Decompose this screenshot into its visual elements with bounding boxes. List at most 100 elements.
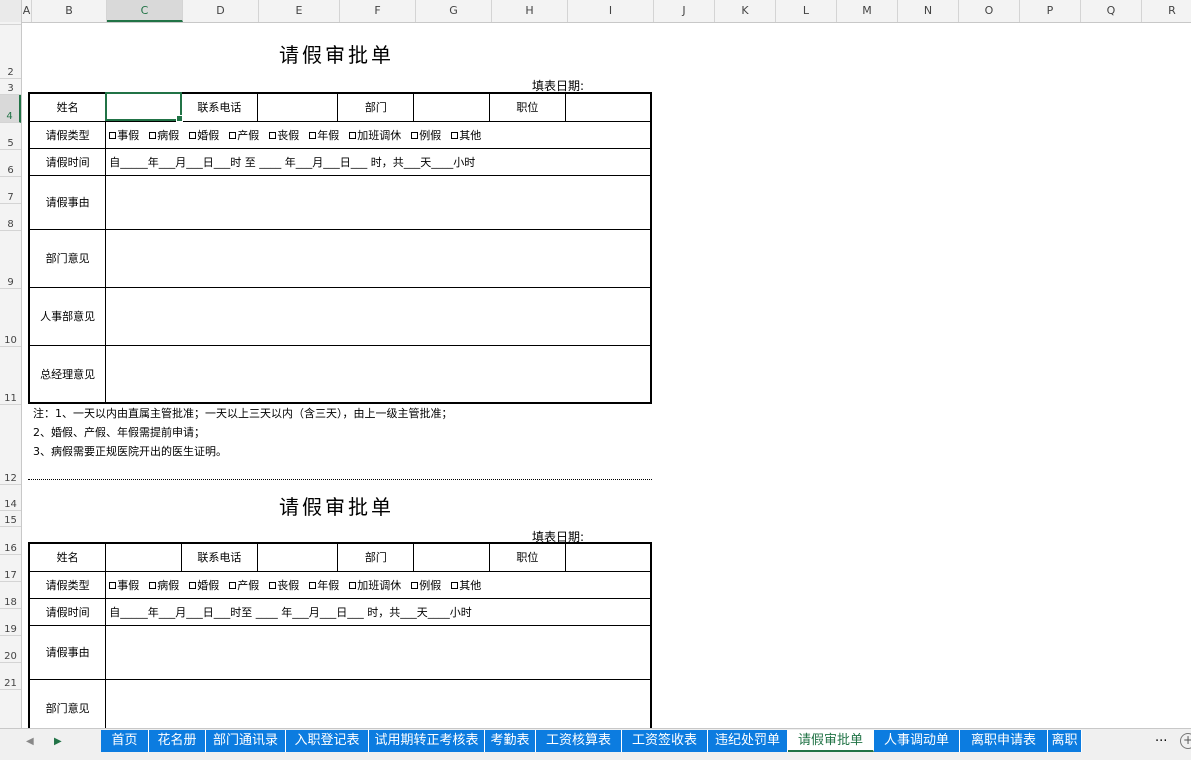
dept-opinion-cell[interactable] bbox=[105, 228, 652, 288]
sheet-tab[interactable]: 离职申请表 bbox=[960, 730, 1048, 752]
gm-opinion-cell[interactable] bbox=[105, 344, 652, 404]
column-header-g[interactable]: G bbox=[416, 0, 492, 22]
name-cell[interactable] bbox=[105, 542, 182, 572]
checkbox-icon[interactable] bbox=[229, 132, 237, 139]
phone-cell[interactable] bbox=[256, 92, 339, 122]
column-header-h[interactable]: H bbox=[492, 0, 568, 22]
position-cell[interactable] bbox=[564, 92, 652, 122]
sheet-tab[interactable]: 离职 bbox=[1048, 730, 1082, 752]
row-header-17[interactable]: 17 bbox=[0, 555, 21, 582]
select-all-corner[interactable] bbox=[0, 0, 22, 22]
dept-opinion-cell[interactable] bbox=[105, 678, 652, 728]
row-header-3[interactable]: 3 bbox=[0, 79, 21, 95]
column-header-e[interactable]: E bbox=[259, 0, 340, 22]
row-header-19[interactable]: 19 bbox=[0, 609, 21, 636]
checkbox-icon[interactable] bbox=[411, 582, 419, 589]
checkbox-icon[interactable] bbox=[349, 582, 357, 589]
checkbox-icon[interactable] bbox=[269, 582, 277, 589]
sheet-tab[interactable]: 花名册 bbox=[149, 730, 206, 752]
checkbox-icon[interactable] bbox=[109, 132, 117, 139]
row-header-11[interactable]: 11 bbox=[0, 347, 21, 405]
checkbox-icon[interactable] bbox=[149, 132, 157, 139]
column-header-m[interactable]: M bbox=[837, 0, 898, 22]
column-header-n[interactable]: N bbox=[898, 0, 959, 22]
column-header-r[interactable]: R bbox=[1142, 0, 1191, 22]
row-header-8[interactable]: 8 bbox=[0, 204, 21, 231]
checkbox-icon[interactable] bbox=[451, 582, 459, 589]
leave-type-option[interactable]: 事假 bbox=[109, 129, 139, 142]
sheet-grid[interactable]: 请假审批单 填表日期: 姓名 联系电话 部门 职位 请假类型 事假 病假 婚假 产假丧… bbox=[23, 23, 1191, 728]
column-header-c[interactable]: C bbox=[107, 0, 183, 22]
leave-type-option[interactable]: 丧假 bbox=[269, 129, 299, 142]
column-header-p[interactable]: P bbox=[1020, 0, 1081, 22]
sheet-tab[interactable]: 考勤表 bbox=[485, 730, 536, 752]
column-header-b[interactable]: B bbox=[32, 0, 107, 22]
leave-type-options[interactable]: 事假 病假 婚假 产假 丧假 年假 加班调休 例假 其他 bbox=[105, 570, 652, 599]
row-header-7[interactable]: 7 bbox=[0, 177, 21, 204]
leave-type-option[interactable]: 例假 bbox=[411, 129, 441, 142]
checkbox-icon[interactable] bbox=[189, 582, 197, 589]
leave-type-option[interactable]: 加班调休 bbox=[349, 129, 401, 142]
checkbox-icon[interactable] bbox=[189, 132, 197, 139]
phone-cell[interactable] bbox=[256, 542, 339, 572]
leave-type-option[interactable]: 年假 bbox=[309, 579, 339, 592]
sheet-tab[interactable]: 工资签收表 bbox=[622, 730, 708, 752]
checkbox-icon[interactable] bbox=[269, 132, 277, 139]
row-header-14[interactable]: 14 bbox=[0, 485, 21, 511]
leave-type-option[interactable]: 病假 bbox=[149, 129, 179, 142]
checkbox-icon[interactable] bbox=[349, 132, 357, 139]
row-header-18[interactable]: 18 bbox=[0, 582, 21, 609]
name-cell[interactable] bbox=[105, 92, 182, 122]
column-header-o[interactable]: O bbox=[959, 0, 1020, 22]
leave-time-cell[interactable]: 自_____年___月___日___时至 ____ 年___月___日___ 时… bbox=[105, 597, 652, 626]
leave-type-options[interactable]: 事假 病假 婚假 产假 丧假 年假 加班调休 例假 其他 bbox=[105, 120, 652, 149]
row-header-21[interactable]: 21 bbox=[0, 663, 21, 690]
hr-opinion-cell[interactable] bbox=[105, 286, 652, 346]
checkbox-icon[interactable] bbox=[451, 132, 459, 139]
checkbox-icon[interactable] bbox=[309, 582, 317, 589]
checkbox-icon[interactable] bbox=[309, 132, 317, 139]
leave-type-option[interactable]: 加班调休 bbox=[349, 579, 401, 592]
column-header-d[interactable]: D bbox=[183, 0, 259, 22]
row-header-9[interactable]: 9 bbox=[0, 231, 21, 289]
row-header-4[interactable]: 4 bbox=[0, 95, 21, 123]
reason-cell[interactable] bbox=[105, 174, 652, 230]
position-cell[interactable] bbox=[564, 542, 652, 572]
dept-cell[interactable] bbox=[413, 92, 490, 122]
sheet-tab[interactable]: 请假审批单 bbox=[788, 730, 874, 752]
sheet-tab[interactable]: 人事调动单 bbox=[874, 730, 960, 752]
leave-type-option[interactable]: 其他 bbox=[451, 129, 481, 142]
column-header-i[interactable]: I bbox=[568, 0, 654, 22]
leave-type-option[interactable]: 婚假 bbox=[189, 579, 219, 592]
sheet-tab[interactable]: 入职登记表 bbox=[286, 730, 369, 752]
checkbox-icon[interactable] bbox=[411, 132, 419, 139]
row-header-10[interactable]: 10 bbox=[0, 289, 21, 347]
column-header-q[interactable]: Q bbox=[1081, 0, 1142, 22]
checkbox-icon[interactable] bbox=[149, 582, 157, 589]
scroll-tabs-right-icon[interactable]: ▶ bbox=[54, 736, 62, 747]
scroll-tabs-left-icon[interactable]: ◀ bbox=[26, 736, 34, 747]
sheet-tab[interactable]: 试用期转正考核表 bbox=[369, 730, 485, 752]
row-header-2[interactable]: 2 bbox=[0, 25, 21, 79]
row-header-20[interactable]: 20 bbox=[0, 636, 21, 663]
column-header-f[interactable]: F bbox=[340, 0, 416, 22]
more-tabs-icon[interactable]: ... bbox=[1155, 730, 1167, 745]
checkbox-icon[interactable] bbox=[229, 582, 237, 589]
column-header-j[interactable]: J bbox=[654, 0, 715, 22]
column-header-k[interactable]: K bbox=[715, 0, 776, 22]
leave-type-option[interactable]: 病假 bbox=[149, 579, 179, 592]
leave-type-option[interactable]: 产假 bbox=[229, 129, 259, 142]
leave-time-cell[interactable]: 自_____年___月___日___时 至 ____ 年___月___日___ … bbox=[105, 147, 652, 176]
leave-type-option[interactable]: 丧假 bbox=[269, 579, 299, 592]
row-header-6[interactable]: 6 bbox=[0, 150, 21, 177]
column-header-l[interactable]: L bbox=[776, 0, 837, 22]
reason-cell[interactable] bbox=[105, 624, 652, 680]
leave-type-option[interactable]: 其他 bbox=[451, 579, 481, 592]
leave-type-option[interactable]: 年假 bbox=[309, 129, 339, 142]
row-header-15[interactable]: 15 bbox=[0, 511, 21, 527]
sheet-tab[interactable]: 首页 bbox=[101, 730, 149, 752]
row-header-5[interactable]: 5 bbox=[0, 123, 21, 150]
dept-cell[interactable] bbox=[413, 542, 490, 572]
row-header-16[interactable]: 16 bbox=[0, 527, 21, 555]
column-header-a[interactable]: A bbox=[22, 0, 32, 22]
